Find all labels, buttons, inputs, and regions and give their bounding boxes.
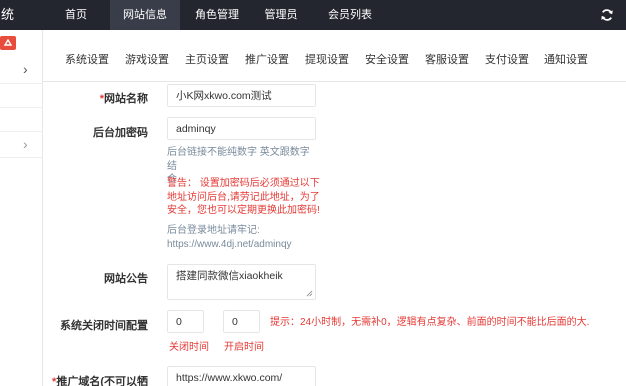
tab-notification-settings[interactable]: 通知设置 <box>544 51 588 67</box>
tab-payment-settings[interactable]: 支付设置 <box>485 51 529 67</box>
warning-line: 警告： 设置加密码后必须通过以下 <box>167 178 320 189</box>
admin-login-hint: 后台登录地址请牢记: https://www.4dj.net/adminqy <box>167 224 347 251</box>
tab-system-settings[interactable]: 系统设置 <box>65 51 109 67</box>
resize-grip-icon[interactable] <box>306 290 313 297</box>
nav-item-admins[interactable]: 管理员 <box>256 0 306 30</box>
site-name-label: *网站名称 <box>60 90 148 106</box>
sidebar-item-1[interactable]: › <box>0 56 43 84</box>
login-hint-url: https://www.4dj.net/adminqy <box>167 238 292 250</box>
chevron-right-icon: › <box>23 136 28 152</box>
chevron-right-icon: › <box>23 61 28 77</box>
warning-line: 地址访问后台,请劳记此地址，为了 <box>167 191 320 203</box>
close-time-tip: 提示：24小时制，无需补0，逻辑有点复杂、前面的时间不能比后面的大. <box>270 317 590 328</box>
site-name-label-text: 网站名称 <box>104 93 148 105</box>
tab-promotion-settings[interactable]: 推广设置 <box>245 51 289 67</box>
sidebar-item-4[interactable]: › <box>0 132 43 158</box>
recycle-icon <box>3 38 13 46</box>
promo-domain-label: *推广域名(不可以牺 <box>52 373 148 386</box>
close-time-label: 系统关闭时间配置 <box>60 320 148 332</box>
open-time-sublabel: 开启时间 <box>224 342 264 353</box>
notice-textarea[interactable]: 搭建同款微信xiaokheik <box>167 264 316 300</box>
sidebar-item-2[interactable] <box>0 84 43 108</box>
nav-item-members[interactable]: 会员列表 <box>320 0 380 30</box>
help-line: 后台链接不能纯数字 英文跟数字结 <box>167 147 310 172</box>
settings-tabs: 系统设置 游戏设置 主页设置 推广设置 提现设置 安全设置 客服设置 支付设置 … <box>43 30 626 82</box>
sidebar-item-3[interactable] <box>0 108 43 132</box>
promo-domain-label-text: 推广域名(不可以牺 <box>56 376 148 386</box>
sidebar-toggle-button[interactable] <box>0 36 16 50</box>
top-nav-bar: 统 首页 网站信息 角色管理 管理员 会员列表 <box>0 0 626 30</box>
login-hint-line: 后台登录地址请牢记: <box>167 225 260 236</box>
close-time-input[interactable] <box>167 310 204 333</box>
tab-service-settings[interactable]: 客服设置 <box>425 51 469 67</box>
open-time-input[interactable] <box>223 310 260 333</box>
refresh-icon[interactable] <box>600 8 614 22</box>
notice-label: 网站公告 <box>104 273 148 285</box>
nav-item-site-info[interactable]: 网站信息 <box>110 0 180 30</box>
warning-line: 安全，您也可以定期更换此加密码! <box>167 205 320 216</box>
notice-text: 搭建同款微信xiaokheik <box>176 270 283 282</box>
promo-domain-input[interactable] <box>167 366 316 386</box>
tab-withdraw-settings[interactable]: 提现设置 <box>305 51 349 67</box>
sidebar: › › <box>0 30 43 386</box>
app-title: 统 <box>1 7 15 22</box>
tab-homepage-settings[interactable]: 主页设置 <box>185 51 229 67</box>
admin-code-input[interactable] <box>167 117 316 140</box>
site-name-input[interactable] <box>167 84 316 107</box>
admin-code-label: 后台加密码 <box>93 127 148 139</box>
admin-code-warning: 警告： 设置加密码后必须通过以下 地址访问后台,请劳记此地址，为了 安全，您也可… <box>167 177 327 218</box>
nav-item-home[interactable]: 首页 <box>56 0 96 30</box>
tab-security-settings[interactable]: 安全设置 <box>365 51 409 67</box>
close-time-sublabel: 关闭时间 <box>169 342 209 353</box>
tab-game-settings[interactable]: 游戏设置 <box>125 51 169 67</box>
nav-item-roles[interactable]: 角色管理 <box>184 0 250 30</box>
